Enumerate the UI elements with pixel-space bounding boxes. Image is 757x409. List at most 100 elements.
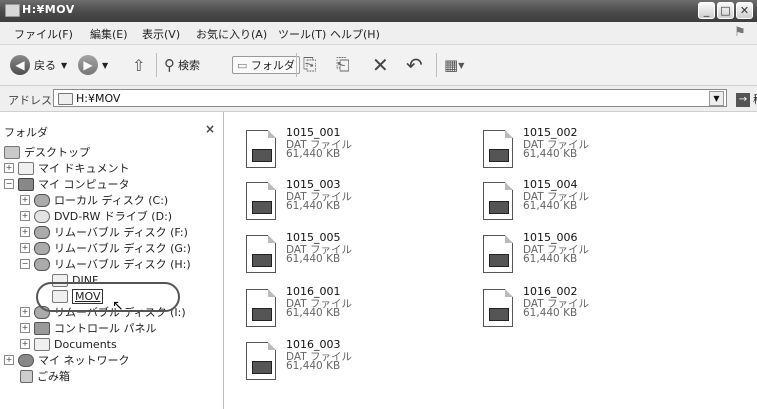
explorer-window: H:¥MOV _ □ ✕ ファイル(F) 編集(E) 表示(V) お気に入り(A… (0, 0, 757, 409)
disk-icon (34, 257, 50, 271)
file-list: 1015_001 DAT ファイル 61,440 KB 1015_002 DAT… (224, 112, 757, 409)
expand-icon[interactable]: + (4, 163, 14, 173)
control-panel-icon (34, 321, 50, 335)
dat-file-icon (246, 182, 276, 220)
forward-dropdown-icon[interactable]: ▼ (102, 61, 108, 70)
highlight-ellipse (36, 282, 180, 312)
toolbar-separator (156, 53, 157, 77)
move-to-icon: ⎘ (303, 55, 317, 75)
expand-icon[interactable]: + (4, 355, 14, 365)
tree-item-label: リムーバブル ディスク (F:) (54, 226, 188, 239)
disk-icon (34, 241, 50, 255)
close-pane-icon[interactable]: × (205, 122, 215, 136)
tree-item-label: デスクトップ (24, 146, 90, 159)
file-item[interactable]: 1015_003 DAT ファイル 61,440 KB (246, 176, 476, 224)
search-button[interactable]: ⚲ 検索 (164, 52, 200, 78)
file-item[interactable]: 1015_001 DAT ファイル 61,440 KB (246, 124, 476, 172)
delete-button[interactable]: ✕ (372, 52, 389, 78)
file-item[interactable]: 1015_006 DAT ファイル 61,440 KB (483, 229, 713, 277)
back-button[interactable]: ◀ 戻る ▼ (10, 52, 67, 78)
close-button[interactable]: ✕ (736, 2, 753, 19)
expand-icon[interactable]: + (20, 307, 30, 317)
address-input[interactable]: H:¥MOV ▼ (53, 89, 727, 107)
copy-to-button[interactable]: ⎗ (336, 52, 350, 78)
back-dropdown-icon[interactable]: ▼ (61, 61, 67, 70)
expand-icon[interactable]: + (20, 227, 30, 237)
folders-toggle[interactable]: ▭ フォルダ (232, 56, 300, 74)
file-size: 61,440 KB (286, 307, 341, 319)
tree-item-desktop[interactable]: デスクトップ (4, 144, 90, 160)
tree-item-dvd-drive-d[interactable]: + DVD-RW ドライブ (D:) (20, 208, 172, 224)
go-label: 移動 (753, 93, 757, 106)
folder-window-icon (5, 4, 20, 17)
back-label: 戻る (34, 59, 56, 72)
tree-item-recycle-bin[interactable]: ごみ箱 (20, 368, 70, 384)
file-size: 61,440 KB (523, 253, 578, 265)
title-bar[interactable]: H:¥MOV _ □ ✕ (0, 0, 757, 22)
file-item[interactable]: 1016_003 DAT ファイル 61,440 KB (246, 336, 476, 384)
tree-item-removable-g[interactable]: + リムーバブル ディスク (G:) (20, 240, 191, 256)
dat-file-icon (246, 289, 276, 327)
file-size: 61,440 KB (523, 307, 578, 319)
move-to-button[interactable]: ⎘ (303, 52, 317, 78)
tree-item-label: DVD-RW ドライブ (D:) (54, 210, 173, 223)
window-title: H:¥MOV (22, 3, 75, 16)
file-item[interactable]: 1015_002 DAT ファイル 61,440 KB (483, 124, 713, 172)
menu-help[interactable]: ヘルプ(H) (330, 26, 380, 42)
folders-icon: ▭ (237, 59, 248, 72)
expand-icon[interactable]: + (20, 339, 30, 349)
tree-item-my-computer[interactable]: − マイ コンピュータ (4, 176, 130, 192)
expand-icon[interactable]: + (20, 195, 30, 205)
tree-item-local-disk-c[interactable]: + ローカル ディスク (C:) (20, 192, 168, 208)
views-button[interactable]: ▦ ▼ (444, 52, 464, 78)
tree-item-label: マイ ネットワーク (38, 354, 130, 367)
expand-icon[interactable]: + (20, 243, 30, 253)
file-item[interactable]: 1015_005 DAT ファイル 61,440 KB (246, 229, 476, 277)
undo-button[interactable]: ↶ (406, 52, 423, 78)
tree-item-my-network[interactable]: + マイ ネットワーク (4, 352, 130, 368)
maximize-button[interactable]: □ (717, 2, 734, 19)
tree-item-removable-f[interactable]: + リムーバブル ディスク (F:) (20, 224, 188, 240)
address-bar: アドレス(D) H:¥MOV ▼ →移動 (0, 86, 757, 112)
menu-view[interactable]: 表示(V) (142, 26, 180, 42)
address-dropdown-icon[interactable]: ▼ (709, 91, 724, 106)
collapse-icon[interactable]: − (20, 259, 30, 269)
menu-favorites[interactable]: お気に入り(A) (196, 26, 267, 42)
tree-item-label: マイ コンピュータ (38, 178, 130, 191)
up-folder-button[interactable]: ⇧ (132, 52, 145, 78)
expand-icon[interactable]: + (20, 211, 30, 221)
file-item[interactable]: 1016_002 DAT ファイル 61,440 KB (483, 283, 713, 331)
collapse-icon[interactable]: − (4, 179, 14, 189)
folder-icon (34, 337, 50, 351)
file-item[interactable]: 1015_004 DAT ファイル 61,440 KB (483, 176, 713, 224)
forward-button[interactable]: ▶ ▼ (78, 52, 108, 78)
windows-flag-icon: ⚑ (734, 25, 746, 40)
search-label: 検索 (178, 59, 200, 72)
delete-icon: ✕ (372, 53, 389, 77)
tree-item-label: ごみ箱 (37, 370, 70, 383)
expand-icon[interactable]: + (20, 323, 30, 333)
computer-icon (18, 177, 34, 191)
file-item[interactable]: 1016_001 DAT ファイル 61,440 KB (246, 283, 476, 331)
copy-to-icon: ⎗ (336, 55, 350, 75)
file-size: 61,440 KB (286, 200, 341, 212)
views-dropdown-icon[interactable]: ▼ (458, 61, 464, 70)
folder-icon (18, 161, 34, 175)
menu-bar: ファイル(F) 編集(E) 表示(V) お気に入り(A) ツール(T) ヘルプ(… (0, 22, 757, 45)
go-button[interactable]: →移動 (736, 91, 757, 107)
tree-item-removable-h[interactable]: − リムーバブル ディスク (H:) (20, 256, 191, 272)
tree-item-control-panel[interactable]: + コントロール パネル (20, 320, 157, 336)
tree-item-label: Documents (54, 337, 117, 351)
menu-edit[interactable]: 編集(E) (90, 26, 128, 42)
menu-file[interactable]: ファイル(F) (14, 26, 73, 42)
file-size: 61,440 KB (286, 148, 341, 160)
folders-button[interactable]: ▭ フォルダ (232, 52, 300, 78)
file-size: 61,440 KB (523, 200, 578, 212)
tree-item-documents[interactable]: + Documents (20, 336, 117, 352)
disk-icon (34, 225, 50, 239)
menu-tools[interactable]: ツール(T) (278, 26, 326, 42)
minimize-button[interactable]: _ (698, 2, 715, 19)
tree-item-label: リムーバブル ディスク (G:) (54, 242, 191, 255)
tree-item-my-documents[interactable]: + マイ ドキュメント (4, 160, 130, 176)
address-value: H:¥MOV (76, 92, 121, 105)
